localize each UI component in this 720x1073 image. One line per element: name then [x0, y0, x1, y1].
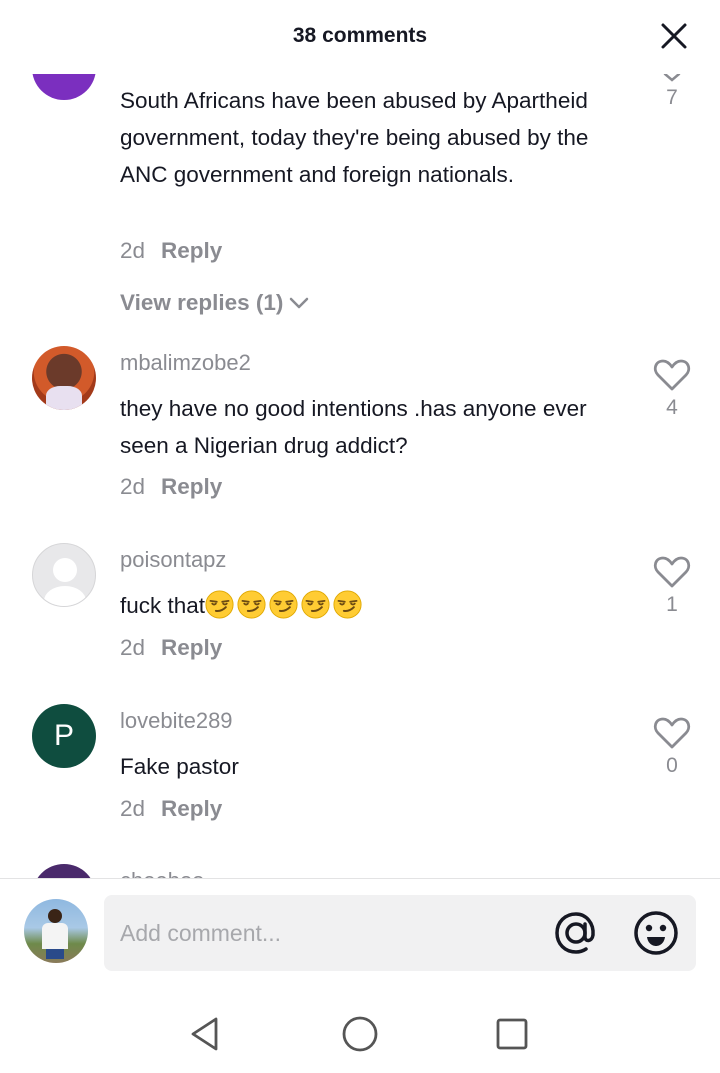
at-sign-icon: [555, 912, 595, 954]
heart-icon: [663, 74, 681, 82]
username[interactable]: poisontapz: [120, 547, 226, 573]
reply-button[interactable]: Reply: [161, 796, 222, 821]
comment-list[interactable]: South Africans have been abused by Apart…: [0, 74, 720, 879]
comment-meta: 2d Reply: [120, 635, 222, 661]
emoji-button[interactable]: [632, 909, 680, 957]
comment-input-container[interactable]: [104, 895, 696, 971]
heart-icon: [653, 359, 691, 391]
comment-text-body: fuck that: [120, 593, 206, 618]
username[interactable]: mbalimzobe2: [120, 350, 251, 376]
comment-text: fuck that: [120, 587, 640, 624]
system-navigation-bar: [0, 988, 720, 1073]
current-user-avatar[interactable]: [24, 899, 88, 963]
back-button[interactable]: [186, 1014, 226, 1054]
like-button[interactable]: 1: [650, 555, 694, 617]
comment-meta: 2d Reply: [120, 238, 222, 264]
comments-header: 38 comments: [0, 0, 720, 74]
comment-text: Fake pastor: [120, 754, 239, 779]
chevron-down-icon: [290, 297, 309, 309]
avatar[interactable]: [32, 346, 96, 410]
like-count: 1: [666, 593, 678, 616]
emoji-row: [205, 590, 365, 619]
comment-time: 2d: [120, 238, 146, 263]
back-triangle-icon: [191, 1017, 218, 1051]
smirk-emoji: [237, 590, 266, 619]
avatar[interactable]: [32, 543, 96, 607]
smirk-emoji: [301, 590, 330, 619]
smirk-emoji: [205, 590, 234, 619]
reply-button[interactable]: Reply: [161, 238, 222, 263]
close-icon: [661, 23, 687, 49]
view-replies-button[interactable]: View replies (1): [120, 290, 311, 316]
comment-meta: 2d Reply: [120, 796, 222, 822]
reply-button[interactable]: Reply: [161, 474, 222, 499]
like-button[interactable]: 4: [650, 358, 694, 420]
heart-icon: [653, 717, 691, 749]
username[interactable]: lovebite289: [120, 708, 233, 734]
avatar-letter: P: [53, 719, 74, 752]
comment-input[interactable]: [120, 895, 540, 971]
smiley-icon: [634, 911, 678, 955]
recents-square-icon: [496, 1018, 528, 1050]
avatar[interactable]: [32, 74, 96, 100]
like-count: 7: [666, 86, 678, 109]
smirk-emoji: [333, 590, 362, 619]
mention-button[interactable]: [552, 909, 600, 957]
view-replies-label: View replies (1): [120, 290, 284, 315]
like-button[interactable]: 0: [650, 716, 694, 778]
close-button[interactable]: [658, 20, 690, 52]
avatar[interactable]: P: [32, 704, 96, 768]
home-circle-icon: [342, 1016, 378, 1052]
like-count: 4: [666, 396, 678, 419]
heart-icon: [653, 556, 691, 588]
comment-compose-bar: [0, 878, 720, 988]
reply-button[interactable]: Reply: [161, 635, 222, 660]
comments-count-title: 38 comments: [292, 24, 428, 47]
home-button[interactable]: [340, 1014, 380, 1054]
comment-meta: 2d Reply: [120, 474, 222, 500]
avatar[interactable]: [32, 864, 96, 879]
like-count: 0: [666, 754, 678, 777]
comment-text: they have no good intentions .has anyone…: [120, 396, 587, 458]
recents-button[interactable]: [492, 1014, 532, 1054]
like-button[interactable]: 7: [650, 74, 694, 110]
comment-text: South Africans have been abused by Apart…: [120, 88, 589, 187]
smirk-emoji: [269, 590, 298, 619]
comment-time: 2d: [120, 635, 146, 660]
comment-time: 2d: [120, 474, 146, 499]
comment-time: 2d: [120, 796, 146, 821]
